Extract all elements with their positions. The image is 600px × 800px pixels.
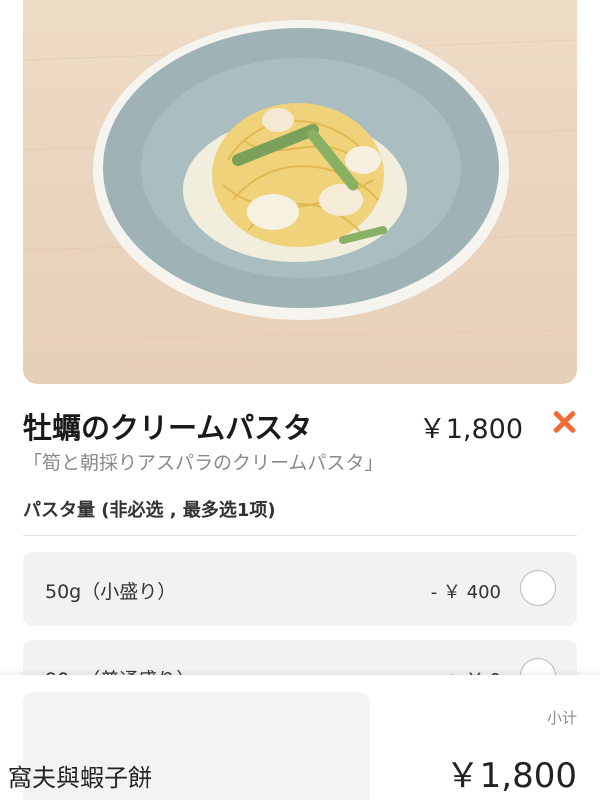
dish-photo (23, 0, 577, 384)
option-group-header: パスタ量 (非必选 , 最多选1项) (23, 500, 276, 521)
option-price: - ￥ 400 (430, 582, 501, 603)
option-row-small[interactable]: 50g（小盛り） - ￥ 400 (23, 552, 577, 626)
radio-empty-icon[interactable] (520, 570, 556, 606)
subtotal-label: 小计 (546, 709, 577, 727)
note-text: 窩夫與蝦子餅 (8, 764, 152, 792)
option-label: 50g（小盛り） (45, 581, 177, 603)
product-price: ￥1,800 (418, 414, 523, 445)
product-header: 牡蠣のクリームパスタ ￥1,800 (23, 405, 583, 445)
bottom-bar: 窩夫與蝦子餅 小计 ￥1,800 (0, 675, 600, 800)
divider (23, 535, 577, 536)
product-subtitle: 「筍と朝採りアスパラのクリームパスタ」 (23, 452, 384, 474)
subtotal-value: ￥1,800 (445, 756, 577, 796)
dish-photo-illustration (23, 20, 577, 341)
close-icon[interactable] (549, 407, 579, 437)
product-name: 牡蠣のクリームパスタ (23, 411, 313, 445)
